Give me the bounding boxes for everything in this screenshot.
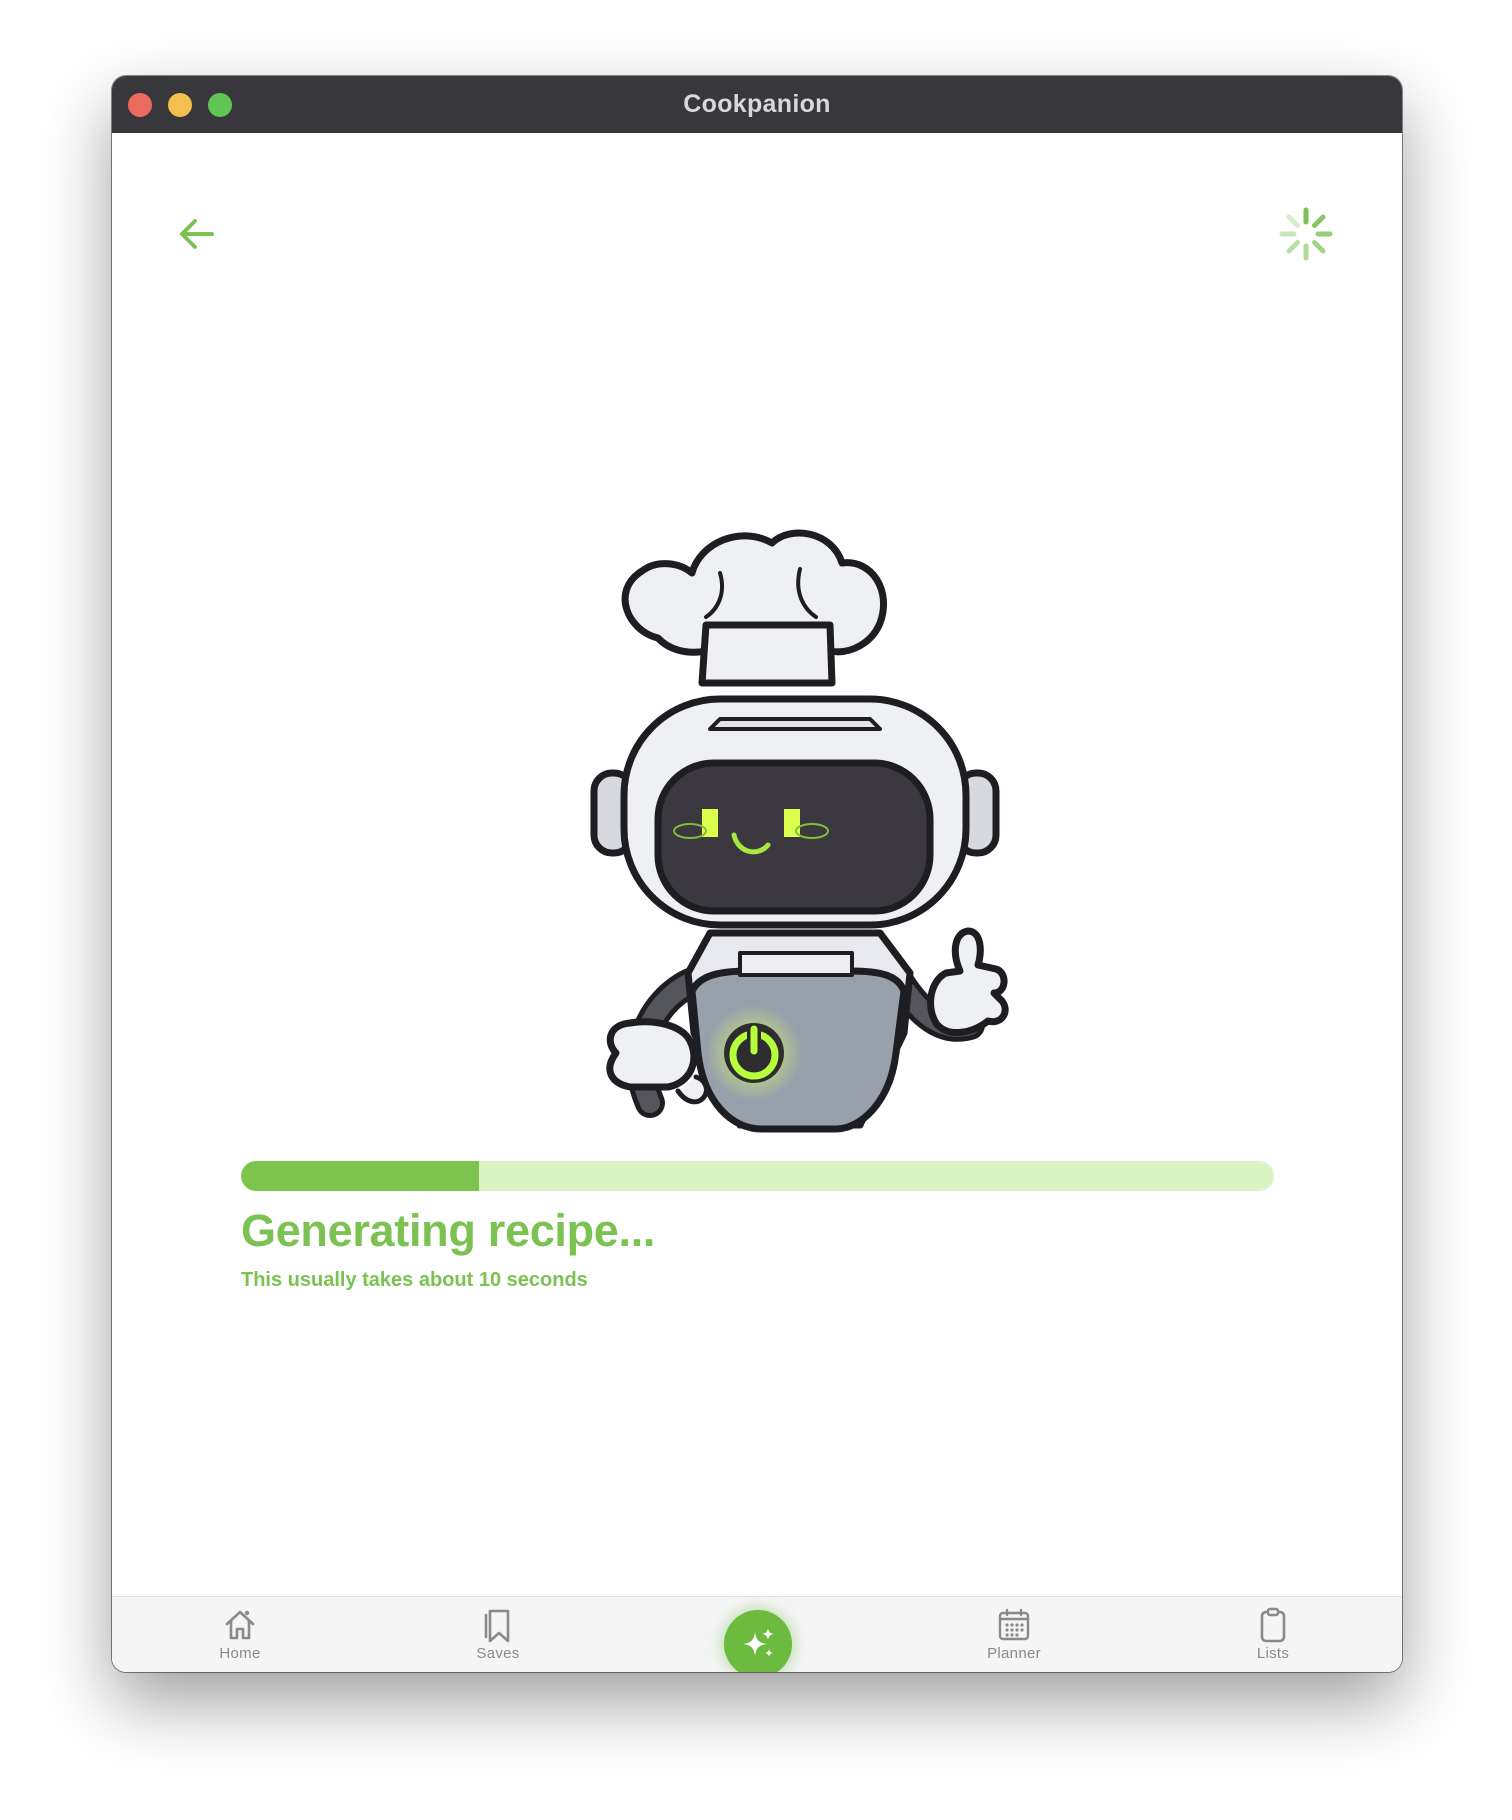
generation-progress-fill	[241, 1161, 479, 1191]
spinner-icon	[1279, 207, 1333, 261]
window-title: Cookpanion	[683, 90, 831, 118]
generation-progress-bar	[241, 1161, 1274, 1191]
zoom-window-button[interactable]	[208, 93, 232, 117]
calendar-icon	[998, 1608, 1030, 1641]
sparkles-icon	[743, 1628, 774, 1657]
tab-lists-label: Lists	[1256, 1645, 1290, 1662]
tab-home[interactable]: Home	[180, 1605, 300, 1662]
generation-title: Generating recipe...	[241, 1205, 656, 1256]
generate-recipe-button[interactable]	[724, 1610, 792, 1672]
tab-lists[interactable]: Lists	[1213, 1605, 1333, 1662]
chef-robot-illustration	[590, 529, 1009, 1133]
close-window-button[interactable]	[128, 93, 152, 117]
tab-home-label: Home	[219, 1645, 261, 1662]
tab-saves-label: Saves	[476, 1645, 520, 1662]
desktop: Cookpanion Generating recipe... This usu…	[0, 0, 1512, 1820]
minimize-window-button[interactable]	[168, 93, 192, 117]
clipboard-icon	[1260, 1607, 1286, 1643]
tab-planner[interactable]: Planner	[954, 1605, 1074, 1662]
app-window: Cookpanion Generating recipe... This usu…	[112, 76, 1402, 1672]
tab-planner-label: Planner	[987, 1645, 1041, 1662]
title-bar: Cookpanion	[112, 76, 1402, 133]
home-icon	[225, 1610, 255, 1640]
generating-screen: Generating recipe... This usually takes …	[112, 133, 1402, 1672]
tab-saves[interactable]: Saves	[438, 1605, 558, 1662]
arrow-left-icon	[180, 219, 214, 249]
bookmark-icon	[484, 1609, 510, 1643]
back-button[interactable]	[174, 211, 220, 257]
generation-subtitle: This usually takes about 10 seconds	[241, 1269, 588, 1291]
